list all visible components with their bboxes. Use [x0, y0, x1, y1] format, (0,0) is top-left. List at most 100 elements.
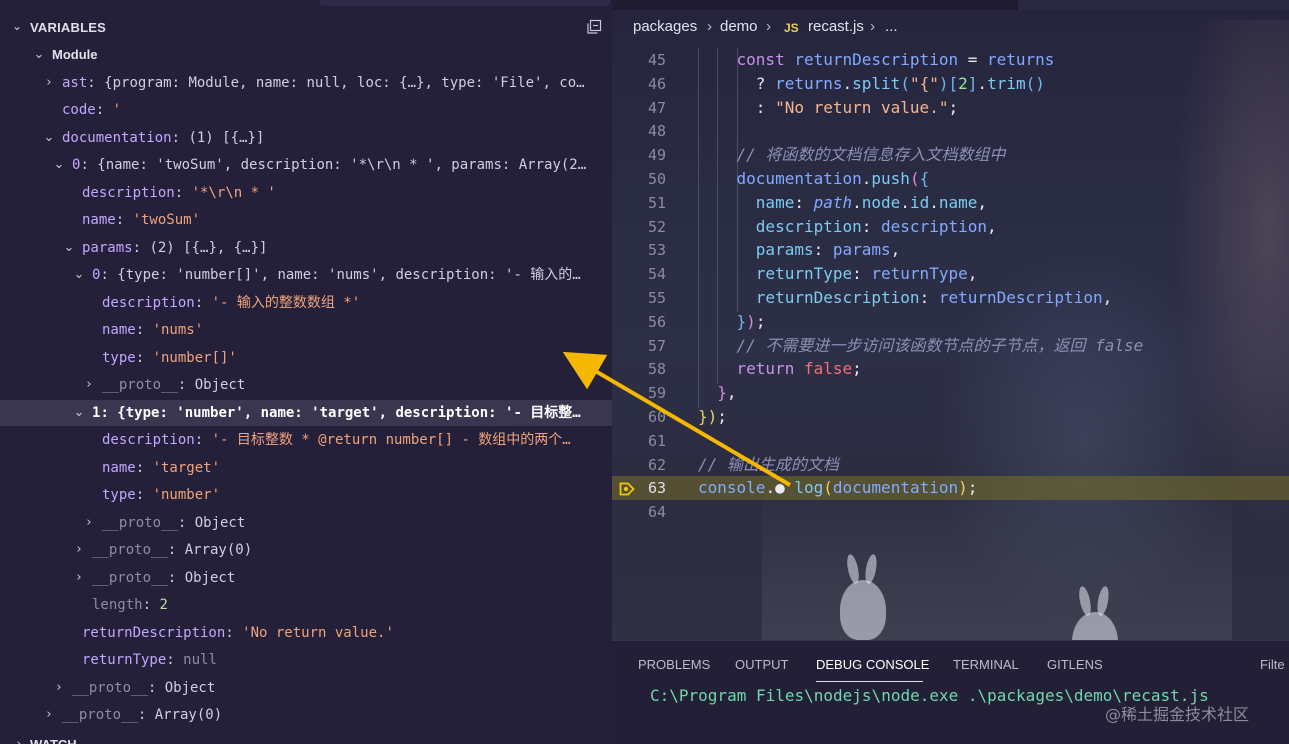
- variable-name: ast: [62, 74, 88, 91]
- variable-row[interactable]: › ast: {program: Module, name: null, loc:…: [0, 70, 612, 96]
- code-line[interactable]: 47 : "No return value.";: [612, 96, 1289, 120]
- chevron-right-icon[interactable]: ›: [82, 510, 96, 536]
- breadcrumb-symbol[interactable]: ...: [885, 18, 898, 35]
- code-token: ): [938, 73, 949, 93]
- line-number: 59: [647, 384, 666, 403]
- watch-section-header[interactable]: › WATCH: [0, 732, 612, 744]
- variable-value: Array(0): [154, 707, 223, 723]
- code-editor[interactable]: packages › demo › JS recast.js › ... 45 …: [612, 0, 1289, 640]
- editor-tab[interactable]: [612, 0, 1018, 10]
- code-token: id: [909, 192, 930, 212]
- filter-input[interactable]: Filte: [1260, 657, 1285, 672]
- breadcrumb: packages › demo › JS recast.js › ...: [612, 14, 1289, 44]
- variable-name: description: [102, 294, 195, 311]
- variable-text: __proto__: Array(0): [92, 542, 253, 558]
- debug-stackframe-icon[interactable]: [619, 481, 635, 496]
- variable-row[interactable]: ⌄ params: (2) [{…}, {…}]: [0, 235, 612, 261]
- variable-row[interactable]: name: 'target': [0, 455, 612, 481]
- code-line[interactable]: 53 params: params,: [612, 238, 1289, 262]
- tab-output[interactable]: OUTPUT: [735, 657, 788, 672]
- variable-row[interactable]: description: '- 输入的整数数组 *': [0, 290, 612, 316]
- code-token: ;: [948, 97, 959, 117]
- bottom-panel: PROBLEMS OUTPUT DEBUG CONSOLE TERMINAL G…: [612, 640, 1289, 744]
- chevron-right-icon[interactable]: ›: [82, 372, 96, 398]
- variable-row[interactable]: › __proto__: Array(0): [0, 537, 612, 563]
- variable-text: length: 2: [92, 597, 168, 613]
- variable-row[interactable]: ⌄ 1: {type: 'number', name: 'target', des…: [0, 399, 612, 426]
- chevron-right-icon[interactable]: ›: [72, 537, 86, 563]
- variable-row[interactable]: description: '*\r\n * ': [0, 180, 612, 206]
- code-line[interactable]: 50 documentation.push({: [612, 167, 1289, 191]
- code-line[interactable]: 61: [612, 429, 1289, 453]
- code-token: returns: [775, 73, 843, 93]
- code-line[interactable]: 52 description: description,: [612, 215, 1289, 239]
- variable-row[interactable]: type: 'number[]': [0, 345, 612, 371]
- code-line[interactable]: 55 returnDescription: returnDescription,: [612, 286, 1289, 310]
- variables-panel: ⌄ VARIABLES ⌄ Module › ast: {program: Modul…: [0, 0, 612, 744]
- editor-tab[interactable]: [1018, 0, 1289, 10]
- code-text: });: [698, 310, 766, 334]
- variable-row[interactable]: returnType: null: [0, 647, 612, 673]
- chevron-down-icon[interactable]: ⌄: [52, 152, 66, 178]
- variable-name: __proto__: [102, 514, 178, 531]
- code-line[interactable]: 59 },: [612, 381, 1289, 405]
- code-line[interactable]: 64: [612, 500, 1289, 524]
- chevron-down-icon[interactable]: ⌄: [42, 125, 56, 151]
- line-number: 60: [647, 408, 666, 426]
- variable-value: Object: [194, 377, 246, 393]
- variable-row[interactable]: description: '- 目标整数 * @return number[] …: [0, 427, 612, 453]
- variable-row[interactable]: name: 'twoSum': [0, 207, 612, 233]
- variable-row[interactable]: ⌄ 0: {name: 'twoSum', description: '*\r\n…: [0, 152, 612, 178]
- breadcrumb-recast-js[interactable]: recast.js: [808, 18, 864, 35]
- code-line[interactable]: 49 // 将函数的文档信息存入文档数组中: [612, 143, 1289, 167]
- variable-row[interactable]: type: 'number': [0, 482, 612, 508]
- tab-problems[interactable]: PROBLEMS: [638, 657, 710, 672]
- chevron-right-icon[interactable]: ›: [72, 565, 86, 591]
- chevron-right-icon[interactable]: ›: [52, 675, 66, 701]
- scope-module[interactable]: ⌄ Module: [0, 42, 612, 68]
- code-line[interactable]: 54 returnType: returnType,: [612, 262, 1289, 286]
- code-line[interactable]: 58 return false;: [612, 357, 1289, 381]
- variable-row[interactable]: code: ': [0, 97, 612, 123]
- top-tab-strip: [320, 0, 610, 6]
- code-line[interactable]: 46 ? returns.split("{")[2].trim(): [612, 72, 1289, 96]
- tab-gitlens[interactable]: GITLENS: [1047, 657, 1103, 672]
- code-line[interactable]: 62 // 输出生成的文档: [612, 453, 1289, 477]
- variable-row[interactable]: length: 2: [0, 592, 612, 618]
- breadcrumb-packages[interactable]: packages: [633, 18, 697, 35]
- variable-row[interactable]: › __proto__: Object: [0, 372, 612, 398]
- code-line[interactable]: 45 const returnDescription = returns: [612, 48, 1289, 72]
- code-line[interactable]: 56 });: [612, 310, 1289, 334]
- code-token: returnDescription: [938, 288, 1103, 307]
- variable-value: Object: [184, 569, 236, 586]
- code-line[interactable]: 60});: [612, 405, 1289, 429]
- variable-row[interactable]: name: 'nums': [0, 317, 612, 343]
- chevron-down-icon[interactable]: ⌄: [12, 19, 22, 33]
- variable-text: 0: {type: 'number[]', name: 'nums', desc…: [92, 267, 581, 283]
- variable-row[interactable]: ⌄ documentation: (1) [{…}]: [0, 125, 612, 151]
- chevron-down-icon[interactable]: ⌄: [72, 400, 86, 426]
- variables-header[interactable]: ⌄ VARIABLES: [0, 14, 612, 42]
- code-line[interactable]: 48: [612, 119, 1289, 143]
- breadcrumb-demo[interactable]: demo: [720, 18, 758, 35]
- variable-row[interactable]: › __proto__: Object: [0, 510, 612, 536]
- chevron-down-icon[interactable]: ⌄: [32, 42, 46, 68]
- code-text: returnType: returnType,: [698, 262, 978, 286]
- variable-row[interactable]: returnDescription: 'No return value.': [0, 620, 612, 646]
- chevron-down-icon[interactable]: ⌄: [62, 235, 76, 261]
- tab-debug-console[interactable]: DEBUG CONSOLE: [816, 657, 929, 672]
- code-line[interactable]: 57 // 不需要进一步访问该函数节点的子节点，返回 false: [612, 334, 1289, 358]
- variable-row[interactable]: › __proto__: Array(0): [0, 702, 612, 728]
- collapse-all-icon[interactable]: [586, 19, 602, 35]
- variable-name: name: [82, 212, 116, 228]
- variable-row[interactable]: ⌄ 0: {type: 'number[]', name: 'nums', des…: [0, 262, 612, 288]
- chevron-right-icon[interactable]: ›: [42, 702, 56, 728]
- variable-row[interactable]: › __proto__: Object: [0, 675, 612, 701]
- code-line[interactable]: 63 console.● log(documentation);: [612, 476, 1289, 501]
- tab-terminal[interactable]: TERMINAL: [953, 657, 1019, 672]
- chevron-down-icon[interactable]: ⌄: [72, 262, 86, 288]
- code-line[interactable]: 51 name: path.node.id.name,: [612, 191, 1289, 215]
- variable-row[interactable]: › __proto__: Object: [0, 565, 612, 591]
- chevron-right-icon[interactable]: ›: [42, 70, 56, 96]
